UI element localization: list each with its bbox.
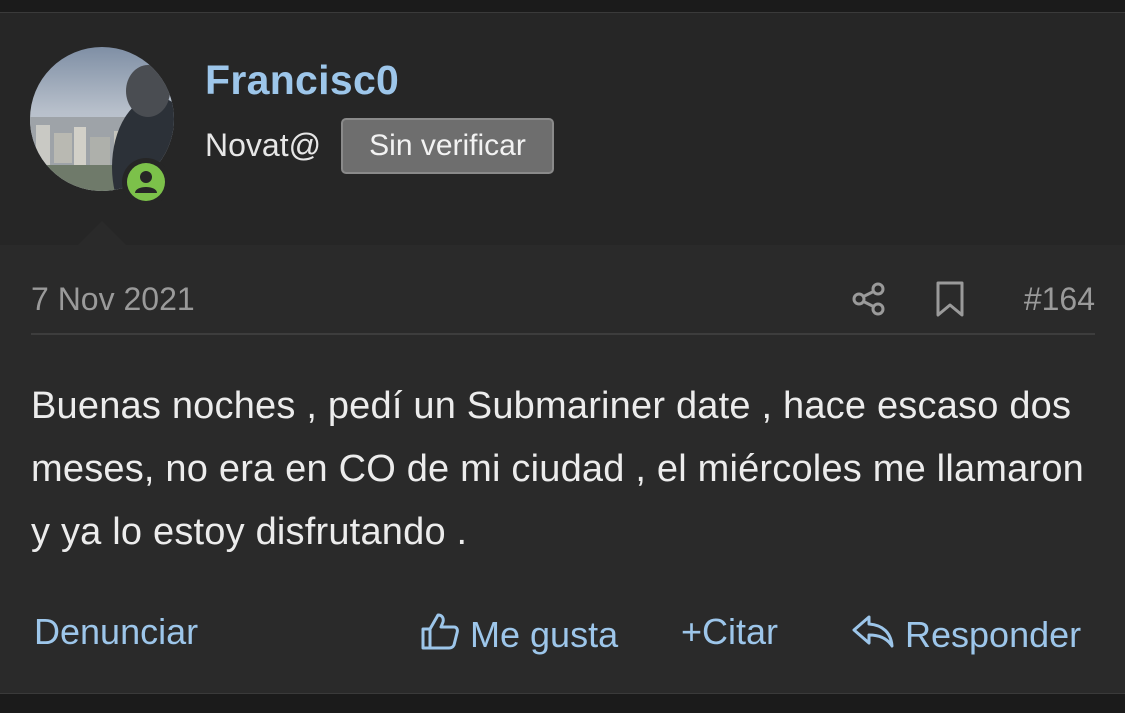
user-title: Novat@ bbox=[205, 127, 322, 163]
like-button[interactable]: Me gusta bbox=[420, 611, 618, 656]
user-online-icon bbox=[127, 163, 165, 201]
user-block-arrow bbox=[78, 221, 126, 245]
plus-icon: + bbox=[681, 611, 703, 652]
share-icon[interactable] bbox=[851, 281, 887, 317]
quote-button[interactable]: +Citar bbox=[681, 611, 778, 653]
reply-label: Responder bbox=[905, 614, 1082, 655]
like-label: Me gusta bbox=[470, 614, 619, 655]
post-number-link[interactable]: #164 bbox=[1024, 281, 1095, 318]
report-button[interactable]: Denunciar bbox=[34, 611, 198, 653]
post-body: Buenas noches , pedí un Submariner date … bbox=[31, 385, 1085, 553]
post-meta-row: 7 Nov 2021 #164 bbox=[31, 281, 1095, 335]
verification-badge: Sin verificar bbox=[341, 118, 554, 174]
reply-arrow-icon bbox=[852, 615, 894, 648]
report-label: Denunciar bbox=[34, 611, 199, 652]
post-date[interactable]: 7 Nov 2021 bbox=[31, 281, 195, 318]
online-status-badge bbox=[122, 158, 170, 206]
page: Francisc0 Novat@ Sin verificar 7 Nov 202… bbox=[0, 0, 1125, 713]
username-link[interactable]: Francisc0 bbox=[205, 57, 399, 104]
thumbs-up-icon bbox=[421, 613, 459, 650]
quote-label: Citar bbox=[702, 611, 779, 652]
forum-post: Francisc0 Novat@ Sin verificar 7 Nov 202… bbox=[0, 12, 1125, 694]
bookmark-icon[interactable] bbox=[934, 281, 966, 317]
reply-button[interactable]: Responder bbox=[851, 611, 1081, 656]
